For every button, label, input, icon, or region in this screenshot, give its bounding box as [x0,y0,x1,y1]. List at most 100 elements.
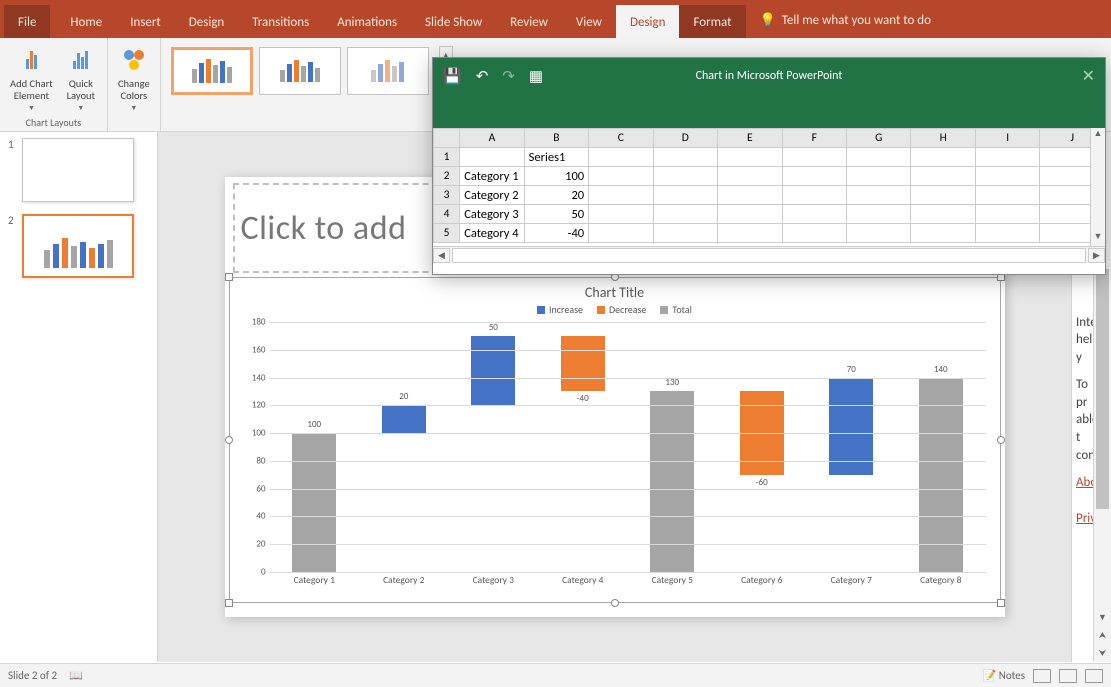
grid-cell[interactable] [975,186,1039,205]
chart-style-1[interactable] [171,47,253,95]
tab-home[interactable]: Home [56,5,116,38]
grid-cell[interactable] [847,167,911,186]
grid-cell[interactable] [975,224,1039,243]
grid-cell[interactable] [718,148,782,167]
col-header[interactable]: G [847,129,911,148]
data-grid[interactable]: ABCDEFGHIJ1Series12Category 11003Categor… [433,128,1105,243]
tab-transitions[interactable]: Transitions [238,5,323,38]
grid-cell[interactable] [589,148,653,167]
tab-view[interactable]: View [562,5,616,38]
chart-title[interactable]: Chart Title [230,278,1000,303]
grid-vertical-scrollbar[interactable]: ▲ ▼ [1090,128,1105,246]
grid-cell[interactable] [460,148,524,167]
tab-format[interactable]: Format [679,5,745,38]
col-header[interactable]: C [589,129,653,148]
grid-cell[interactable] [589,186,653,205]
change-colors-button[interactable]: Change Colors ▼ [114,42,154,114]
row-header[interactable]: 1 [434,148,460,167]
grid-cell[interactable] [589,224,653,243]
scrollbar-thumb[interactable] [1096,269,1109,509]
resize-handle[interactable] [225,273,233,281]
grid-cell[interactable] [718,167,782,186]
tab-insert[interactable]: Insert [116,5,175,38]
about-link[interactable]: Abou [1076,475,1093,490]
grid-cell[interactable] [718,205,782,224]
tab-design[interactable]: Design [175,5,238,38]
grid-cell[interactable] [782,186,846,205]
resize-handle[interactable] [225,599,233,607]
grid-cell[interactable]: Category 2 [460,186,524,205]
resize-handle[interactable] [997,599,1005,607]
redo-icon[interactable]: ↷ [502,67,515,86]
edit-data-icon[interactable]: ▦ [529,67,543,86]
sorter-view-icon[interactable] [1059,669,1077,683]
grid-cell[interactable] [782,148,846,167]
grid-cell[interactable] [975,205,1039,224]
col-header[interactable]: B [524,129,588,148]
privacy-link[interactable]: Priva [1076,511,1093,526]
tab-review[interactable]: Review [496,5,562,38]
chart-bar[interactable] [382,405,426,433]
tab-file[interactable]: File [4,5,50,38]
grid-cell[interactable] [847,224,911,243]
grid-cell[interactable]: Category 1 [460,167,524,186]
slide-thumb-1[interactable] [22,138,134,202]
grid-cell[interactable] [911,186,975,205]
add-chart-element-button[interactable]: Add Chart Element ▼ [6,42,57,114]
chart-bar[interactable] [561,336,605,392]
chart-legend[interactable]: Increase Decrease Total [230,303,1000,322]
chart-plot-area[interactable]: 020406080100120140160180 1002050-40130-6… [270,322,986,572]
scroll-down-icon[interactable]: ▼ [1094,609,1111,626]
undo-icon[interactable]: ↶ [476,67,489,86]
reading-view-icon[interactable] [1085,669,1103,683]
col-header[interactable]: F [782,129,846,148]
col-header[interactable]: E [718,129,782,148]
grid-cell[interactable] [911,167,975,186]
chart-object[interactable]: Chart Title Increase Decrease Total 0204… [229,277,1001,603]
grid-horizontal-scrollbar[interactable]: ◀ ▶ [433,246,1105,263]
row-header[interactable]: 2 [434,167,460,186]
grid-cell[interactable] [653,167,717,186]
grid-cell[interactable] [975,148,1039,167]
tab-slideshow[interactable]: Slide Show [411,5,496,38]
grid-cell[interactable]: Category 3 [460,205,524,224]
grid-cell[interactable] [847,148,911,167]
grid-cell[interactable] [847,205,911,224]
resize-handle[interactable] [225,436,233,444]
grid-cell[interactable]: 50 [524,205,588,224]
notes-button[interactable]: 📝 Notes [983,669,1025,682]
col-header[interactable]: H [911,129,975,148]
chart-bar[interactable] [919,378,963,572]
tab-animations[interactable]: Animations [323,5,411,38]
grid-cell[interactable]: -40 [524,224,588,243]
row-header[interactable]: 4 [434,205,460,224]
grid-cell[interactable] [653,148,717,167]
next-slide-icon[interactable]: ⮟ [1094,645,1111,662]
col-header[interactable]: A [460,129,524,148]
chart-bar[interactable] [292,433,336,572]
grid-cell[interactable] [911,205,975,224]
grid-cell[interactable] [653,205,717,224]
scroll-right-icon[interactable]: ▶ [1088,248,1105,263]
grid-cell[interactable] [718,186,782,205]
grid-cell[interactable] [589,205,653,224]
chart-style-3[interactable] [347,47,429,95]
chart-style-2[interactable] [259,47,341,95]
grid-cell[interactable] [782,205,846,224]
grid-cell[interactable] [847,186,911,205]
grid-cell[interactable] [975,167,1039,186]
grid-cell[interactable] [782,224,846,243]
grid-cell[interactable] [589,167,653,186]
spell-check-icon[interactable]: 📖 [69,669,83,682]
tell-me-search[interactable]: 💡 Tell me what you want to do [746,3,946,38]
grid-cell[interactable]: 20 [524,186,588,205]
grid-cell[interactable] [911,224,975,243]
resize-handle[interactable] [611,599,619,607]
row-header[interactable]: 3 [434,186,460,205]
chart-data-window[interactable]: 💾 ↶ ↷ ▦ Chart in Microsoft PowerPoint ✕ … [432,57,1106,275]
slide-thumb-2[interactable] [22,214,134,278]
prev-slide-icon[interactable]: ⮝ [1094,627,1111,644]
resize-handle[interactable] [997,436,1005,444]
grid-cell[interactable] [911,148,975,167]
row-header[interactable]: 5 [434,224,460,243]
